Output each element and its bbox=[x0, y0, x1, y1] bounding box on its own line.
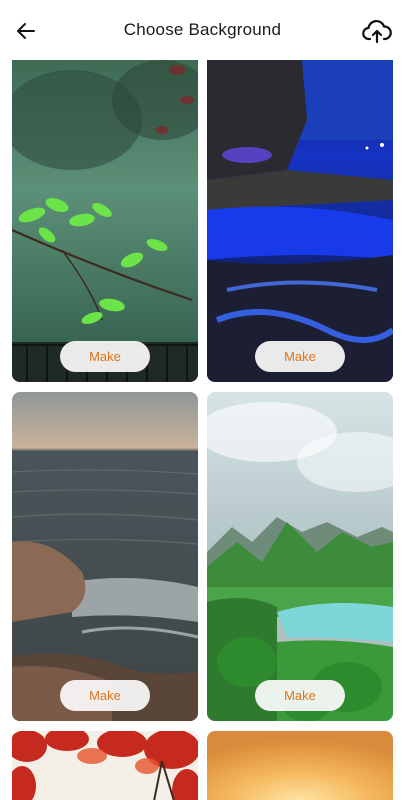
make-button[interactable]: Make bbox=[255, 680, 345, 711]
background-image bbox=[12, 60, 198, 382]
cloud-upload-icon bbox=[362, 20, 392, 44]
background-card-green-branch[interactable]: Make bbox=[12, 60, 198, 382]
make-button[interactable]: Make bbox=[60, 680, 150, 711]
background-grid: Make Make Make Make bbox=[0, 60, 405, 800]
background-card-sea-rocks[interactable]: Make bbox=[12, 392, 198, 721]
background-card-green-mountains[interactable]: Make bbox=[207, 392, 393, 721]
top-app-bar: Choose Background bbox=[0, 0, 405, 60]
background-image bbox=[207, 392, 393, 721]
background-card-red-leaves[interactable] bbox=[12, 731, 198, 800]
background-image bbox=[12, 392, 198, 721]
make-button[interactable]: Make bbox=[255, 341, 345, 372]
background-card-blue-glow-shore[interactable]: Make bbox=[207, 60, 393, 382]
background-image bbox=[207, 60, 393, 382]
background-card-golden-sky[interactable] bbox=[207, 731, 393, 800]
background-image bbox=[207, 731, 393, 800]
back-button[interactable] bbox=[12, 17, 40, 45]
make-button[interactable]: Make bbox=[60, 341, 150, 372]
upload-button[interactable] bbox=[361, 15, 393, 47]
page-title: Choose Background bbox=[123, 20, 282, 39]
arrow-left-icon bbox=[17, 23, 35, 39]
background-image bbox=[12, 731, 198, 800]
